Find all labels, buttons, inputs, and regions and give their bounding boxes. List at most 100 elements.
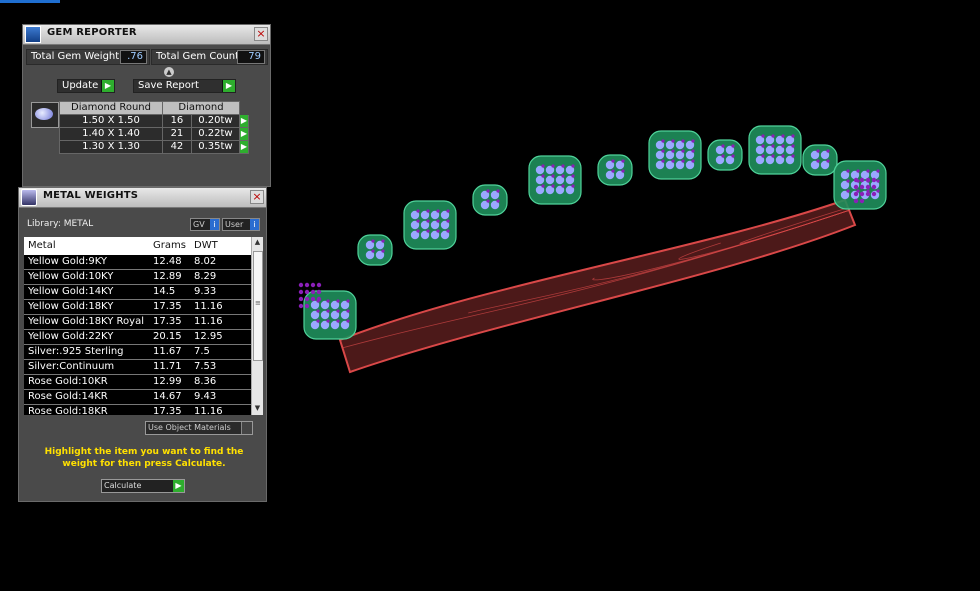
prong [771,134,775,138]
prong [336,299,340,303]
prong [486,189,490,193]
prong [761,134,765,138]
prong [298,296,304,302]
gem-weight: 0.20tw [190,114,241,128]
prong [671,149,675,153]
metal-row[interactable]: Yellow Gold:9KY 12.48 8.02 [24,255,252,270]
prong [496,199,500,203]
gem-reporter-titlebar[interactable]: GEM REPORTER × [23,25,270,45]
play-icon[interactable]: ▶ [239,140,249,154]
metal-weights-titlebar[interactable]: METAL WEIGHTS × [19,188,266,208]
prong [859,177,865,183]
link-setting [357,234,393,266]
metal-name: Yellow Gold:9KY [28,256,107,267]
scroll-up-icon[interactable]: ▲ [252,238,263,248]
metal-grams: 14.67 [153,391,182,402]
use-object-materials-button[interactable]: Use Object Materials [145,421,253,435]
prong [316,309,320,313]
prong [816,159,820,163]
metal-dwt: 7.53 [194,361,217,372]
metal-row[interactable]: Yellow Gold:14KY 14.5 9.33 [24,285,252,300]
metal-row[interactable]: Rose Gold:18KR 17.35 11.16 [24,405,252,415]
prong [791,144,795,148]
metal-grams: 14.5 [153,286,176,297]
prong [304,282,310,288]
metal-list[interactable]: Metal Grams DWT Yellow Gold:9KY 12.48 8.02… [24,237,263,415]
gem-size: 1.30 X 1.30 [59,140,163,154]
prong [681,139,685,143]
metal-row[interactable]: Yellow Gold:18KY Royal 17.35 11.16 [24,315,252,330]
save-report-button[interactable]: Save Report ▶ [133,79,236,93]
prong [856,169,860,173]
prong [436,219,440,223]
prong [381,249,385,253]
gem-size: 1.40 X 1.40 [59,127,163,141]
prong [876,189,880,193]
prong [846,169,850,173]
gem-table: Diamond Round Diamond 1.50 X 1.50 16 0.2… [59,101,249,154]
prong [551,164,555,168]
info-icon: i [250,219,259,230]
metal-row[interactable]: Silver:Continuum 11.71 7.53 [24,360,252,375]
metal-name: Rose Gold:14KR [28,391,108,402]
metal-name: Yellow Gold:18KY [28,301,114,312]
close-icon[interactable]: × [250,190,264,204]
prong [346,299,350,303]
prong [681,149,685,153]
prong [621,159,625,163]
prong [611,169,615,173]
prong [371,249,375,253]
prong [336,319,340,323]
diamond-icon [35,108,53,120]
prong [791,134,795,138]
calculate-button[interactable]: Calculate ▶ [101,479,185,493]
metal-row[interactable]: Yellow Gold:18KY 17.35 11.16 [24,300,252,315]
update-button[interactable]: Update ▶ [57,79,115,93]
dropdown-icon [241,422,252,434]
prong [304,289,310,295]
prong [571,184,575,188]
play-icon[interactable]: ▶ [239,114,249,128]
prong [551,184,555,188]
grip-icon: ≡ [255,299,261,307]
metal-row[interactable]: Rose Gold:10KR 12.99 8.36 [24,375,252,390]
prong [853,177,859,183]
metal-row[interactable]: Silver:.925 Sterling 11.67 7.5 [24,345,252,360]
metal-name: Rose Gold:18KR [28,406,108,415]
gem-size: 1.50 X 1.50 [59,114,163,128]
grams-column-header[interactable]: Grams [153,240,186,251]
metal-grams: 12.99 [153,376,182,387]
user-toggle-label: User [225,220,244,229]
gem-row[interactable]: 1.30 X 1.30 42 0.35tw ▶ [59,140,249,154]
play-icon[interactable]: ▶ [239,127,249,141]
prong [871,177,877,183]
metal-dwt: 12.95 [194,331,223,342]
close-icon[interactable]: × [254,27,268,41]
metal-row[interactable]: Yellow Gold:10KY 12.89 8.29 [24,270,252,285]
prong [731,144,735,148]
prong [446,229,450,233]
prong [826,149,830,153]
metal-dwt: 8.29 [194,271,217,282]
dwt-column-header[interactable]: DWT [194,240,218,251]
scroll-down-icon[interactable]: ▼ [252,404,263,414]
gem-row[interactable]: 1.40 X 1.40 21 0.22tw ▶ [59,127,249,141]
gv-toggle[interactable]: GV i [190,218,220,231]
metal-weights-panel: METAL WEIGHTS × Library: METAL GV i User… [18,187,267,502]
metal-list-scrollbar[interactable]: ▲ ≡ ▼ [251,237,263,415]
collapse-icon[interactable]: ▲ [164,67,174,77]
metal-row[interactable]: Rose Gold:14KR 14.67 9.43 [24,390,252,405]
metal-column-header[interactable]: Metal [28,240,56,251]
prong [865,184,871,190]
gv-toggle-label: GV [193,220,205,229]
metal-name: Rose Gold:10KR [28,376,108,387]
metal-rows: Yellow Gold:9KY 12.48 8.02 Yellow Gold:10KY… [24,255,252,415]
prong [865,177,871,183]
metal-row[interactable]: Yellow Gold:22KY 20.15 12.95 [24,330,252,345]
gem-row[interactable]: 1.50 X 1.50 16 0.20tw ▶ [59,114,249,128]
prong [859,198,865,204]
prong [853,198,859,204]
bracelet-3d-viewport[interactable] [280,110,980,400]
user-toggle[interactable]: User i [222,218,260,231]
prong [853,184,859,190]
